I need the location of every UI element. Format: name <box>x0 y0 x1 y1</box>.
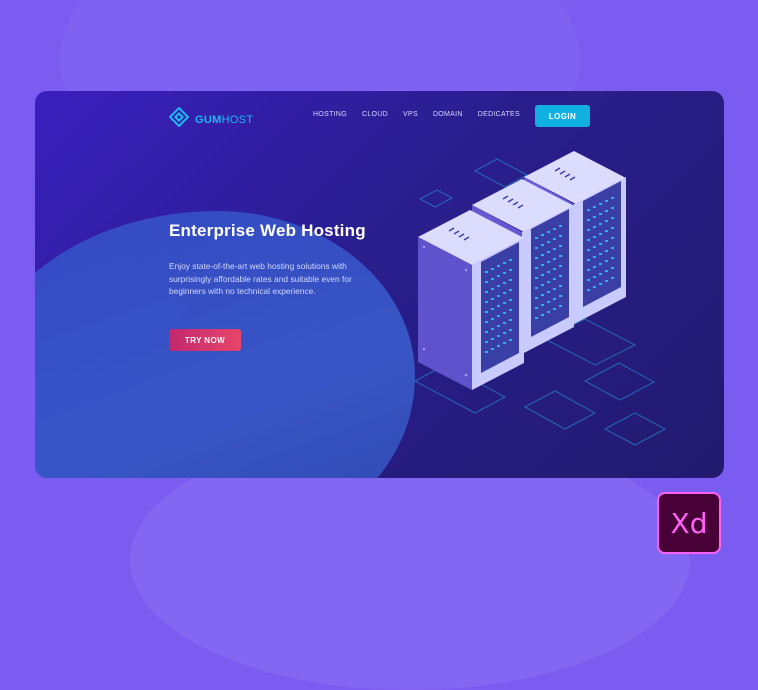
nav-item-hosting[interactable]: HOSTING <box>313 111 347 118</box>
main-nav: HOSTING CLOUD VPS DOMAIN DEDICATES <box>313 111 535 118</box>
xd-badge-label: Xd <box>670 506 708 540</box>
hero-description: Enjoy state-of-the-art web hosting solut… <box>169 261 352 297</box>
nav-item-cloud[interactable]: CLOUD <box>362 111 388 118</box>
nav-item-vps[interactable]: VPS <box>403 111 418 118</box>
login-button[interactable]: LOGIN <box>535 105 590 127</box>
server-rack-illustration <box>405 149 705 454</box>
adobe-xd-icon: Xd <box>657 492 721 554</box>
diamond-logo-icon <box>168 106 190 132</box>
try-now-button[interactable]: TRY NOW <box>169 329 241 351</box>
hero-card: GUMHOST HOSTING CLOUD VPS DOMAIN DEDICAT… <box>35 91 724 478</box>
logo[interactable]: GUMHOST <box>168 106 254 132</box>
nav-item-domain[interactable]: DOMAIN <box>433 111 463 118</box>
hero-title: Enterprise Web Hosting <box>169 221 366 240</box>
nav-item-dedicates[interactable]: DEDICATES <box>478 111 520 118</box>
brand-name: GUMHOST <box>195 113 254 126</box>
